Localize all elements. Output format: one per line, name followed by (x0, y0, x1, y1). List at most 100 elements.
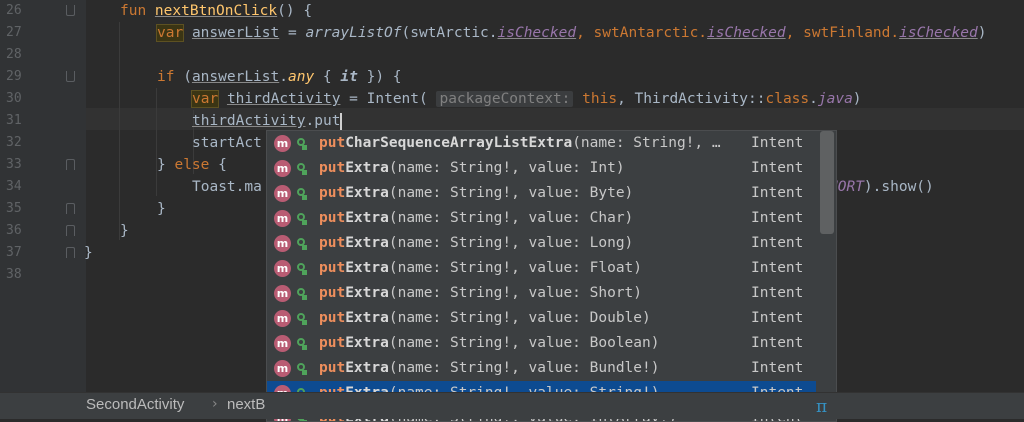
matched-prefix: put (319, 160, 346, 176)
code-text: , swtAntarctic. (576, 25, 708, 41)
public-visibility-icon (297, 163, 307, 175)
code-line-36[interactable]: } (120, 220, 129, 242)
code-line-30[interactable]: var thirdActivity = Intent( packageConte… (190, 88, 862, 110)
code-line-34-tail[interactable]: HORT).show() (829, 176, 934, 198)
code-line-34[interactable]: Toast.ma (192, 176, 262, 198)
keyword: var (155, 24, 185, 42)
indent-guide (119, 22, 120, 240)
completion-signature: putCharSequenceArrayListExtra(name: Stri… (319, 131, 721, 156)
completion-item[interactable]: m putExtra(name: String!, value: Float) In… (267, 256, 816, 281)
method-icon: m (274, 310, 291, 327)
method-params: (name: String!, value: Float) (388, 260, 643, 276)
line-number: 31 (6, 113, 22, 128)
method-icon: m (274, 160, 291, 177)
return-type: Intent (751, 360, 804, 376)
completion-scrollbar[interactable] (820, 131, 834, 234)
completion-item[interactable]: m putExtra(name: String!, value: Bundle!)… (267, 356, 816, 381)
breadcrumb-separator: › (212, 396, 218, 412)
fold-expand-icon[interactable] (66, 5, 75, 16)
code-line-29[interactable]: if (answerList.any { it }) { (157, 66, 402, 88)
return-type: Intent (751, 210, 804, 226)
property: isChecked (497, 25, 577, 41)
code-line-26[interactable]: fun nextBtnOnClick() { (120, 0, 312, 22)
breadcrumb-item-class[interactable]: SecondActivity (86, 396, 184, 413)
return-type: Intent (751, 185, 804, 201)
code-text: } (157, 201, 166, 217)
code-line-31[interactable]: thirdActivity.put (192, 110, 343, 132)
return-type: Intent (751, 160, 804, 176)
code-line-32[interactable]: startAct (192, 132, 262, 154)
keyword: else (174, 157, 210, 173)
fold-collapse-icon[interactable] (66, 247, 75, 258)
fold-collapse-icon[interactable] (66, 203, 75, 214)
breadcrumb-item-function[interactable]: nextB (227, 396, 265, 413)
code-line-33[interactable]: } else { (157, 154, 227, 176)
completion-item[interactable]: m putExtra(name: String!, value: Char) Int… (267, 206, 816, 231)
completion-item[interactable]: m putExtra(name: String!, value: Byte) Int… (267, 181, 816, 206)
fold-collapse-icon[interactable] (66, 225, 75, 236)
public-visibility-icon (297, 363, 307, 375)
line-number: 34 (6, 179, 22, 194)
variable-name: thirdActivity (226, 91, 341, 107)
completion-popup[interactable]: m putCharSequenceArrayListExtra(name: Str… (266, 130, 837, 422)
public-visibility-icon (297, 263, 307, 275)
code-text: ) (852, 91, 862, 107)
fold-collapse-icon[interactable] (66, 159, 75, 170)
function-call: any (287, 69, 315, 85)
code-line-37[interactable]: } (84, 242, 93, 264)
completion-signature: putExtra(name: String!, value: Byte) (319, 181, 633, 206)
method-name: Extra (345, 210, 389, 226)
completion-item[interactable]: m putExtra(name: String!, value: Short) In… (267, 281, 816, 306)
method-name: Extra (345, 235, 389, 251)
code-text: .put (305, 113, 341, 129)
code-text: . (279, 69, 288, 85)
keyword: var (190, 90, 220, 108)
method-icon: m (274, 185, 291, 202)
breadcrumb: SecondActivity › nextB (0, 392, 1024, 419)
completion-item[interactable]: m putExtra(name: String!, value: Int) Inte… (267, 156, 816, 181)
matched-prefix: put (319, 310, 346, 326)
code-text: , ThirdActivity:: (617, 91, 766, 107)
keyword: if (157, 69, 184, 85)
method-params: (name: String!, value: Long) (388, 235, 634, 251)
completion-item[interactable]: m putExtra(name: String!, value: Long) Int… (267, 231, 816, 256)
method-params: (name: String!, value: Double) (388, 310, 651, 326)
code-text: = Intent( (340, 91, 437, 107)
completion-item[interactable]: m putExtra(name: String!, value: Boolean)… (267, 331, 816, 356)
line-number: 27 (6, 25, 22, 40)
return-type: Intent (751, 235, 804, 251)
completion-signature: putExtra(name: String!, value: Bundle!) (319, 356, 659, 381)
public-visibility-icon (297, 213, 307, 225)
completion-item[interactable]: m putCharSequenceArrayListExtra(name: Str… (267, 131, 816, 156)
method-name: CharSequenceArrayListExtra (345, 135, 573, 151)
public-visibility-icon (297, 338, 307, 350)
code-text: } (120, 223, 129, 239)
fold-expand-icon[interactable] (66, 71, 75, 82)
completion-item[interactable]: m putExtra(name: String!, value: Double) I… (267, 306, 816, 331)
matched-prefix: put (319, 185, 346, 201)
variable-name: answerList (191, 69, 280, 85)
public-visibility-icon (297, 288, 307, 300)
code-line-27[interactable]: var answerList = arrayListOf(swtArctic.i… (155, 22, 986, 44)
method-name: Extra (345, 335, 389, 351)
completion-signature: putExtra(name: String!, value: Long) (319, 231, 633, 256)
code-text: ( (183, 69, 192, 85)
method-params: (name: String!, value: Short) (388, 285, 643, 301)
return-type: Intent (751, 135, 804, 151)
keyword: class (765, 91, 810, 107)
matched-prefix: put (319, 360, 346, 376)
method-params: (name: String!, value: Char) (388, 210, 634, 226)
public-visibility-icon (297, 313, 307, 325)
matched-prefix: put (319, 260, 346, 276)
line-number: 33 (6, 157, 22, 172)
line-number: 37 (6, 245, 22, 260)
completion-signature: putExtra(name: String!, value: Char) (319, 206, 633, 231)
code-line-35[interactable]: } (157, 198, 166, 220)
method-icon: m (274, 260, 291, 277)
line-number: 32 (6, 135, 22, 150)
code-text: } (84, 245, 93, 261)
method-params: (name: String!, value: Byte) (388, 185, 634, 201)
method-icon: m (274, 360, 291, 377)
public-visibility-icon (297, 238, 307, 250)
pi-icon[interactable]: π (816, 397, 827, 417)
